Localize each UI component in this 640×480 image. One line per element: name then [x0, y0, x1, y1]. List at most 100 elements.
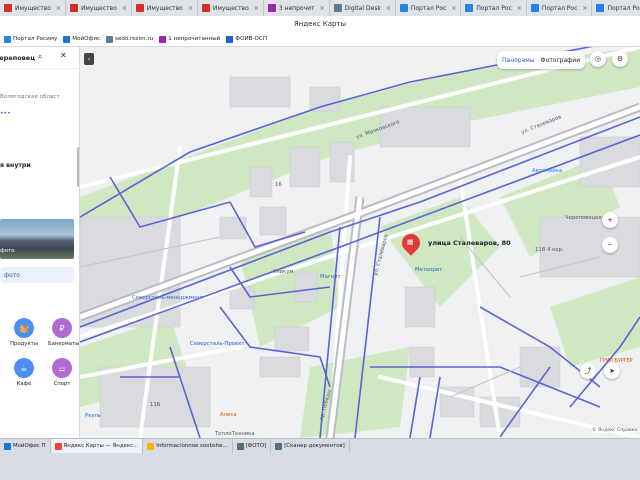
close-tab-icon[interactable]: ×: [254, 5, 259, 12]
search-input[interactable]: Череповец: [0, 54, 35, 62]
favicon-icon: [333, 4, 342, 12]
search-icon[interactable]: ⌕: [38, 52, 42, 62]
copyright[interactable]: © Яндекс Справка: [592, 428, 638, 433]
inside-label[interactable]: я внутри: [0, 162, 31, 169]
browser-tab-7[interactable]: Портал Рос ×: [396, 0, 462, 16]
poi-label[interactable]: Алиса: [220, 412, 237, 418]
favicon-icon: [4, 4, 12, 12]
browser-tab-2[interactable]: Имущество ×: [66, 0, 132, 16]
poi-label[interactable]: Метеорит: [415, 267, 442, 273]
photo-label: фото: [0, 248, 15, 254]
taskbar-item-1[interactable]: МойОфис П: [0, 439, 51, 453]
category-label: Продукты: [10, 341, 38, 347]
zoom-in-icon[interactable]: +: [602, 212, 618, 228]
bookmark-2[interactable]: МойОфис: [63, 35, 101, 43]
poi-label[interactable]: Pкуль: [85, 413, 101, 419]
place-pin[interactable]: ▦: [398, 230, 424, 256]
browser-tab-label: Имущество: [80, 4, 117, 12]
poi-label[interactable]: Магнит: [320, 274, 341, 280]
taskbar-item-4[interactable]: [ФОТО]: [233, 439, 272, 453]
favicon-icon: [147, 442, 155, 450]
favicon-icon: [159, 35, 167, 43]
close-tab-icon[interactable]: ×: [451, 5, 456, 12]
favicon-icon: [275, 442, 283, 450]
close-tab-icon[interactable]: ×: [386, 5, 391, 12]
bookmark-label: ФОИВ-ОСП: [235, 36, 268, 42]
favicon-icon: [530, 4, 539, 12]
bookmark-1[interactable]: Портал Росиму: [4, 35, 58, 43]
browser-tab-3[interactable]: Имущество ×: [132, 0, 198, 16]
poi-label[interactable]: Северсталь-Проект: [190, 341, 245, 347]
search-bar[interactable]: Череповец ⌕ ✕: [0, 47, 79, 69]
close-tab-icon[interactable]: ×: [517, 5, 522, 12]
favicon-icon: [236, 442, 244, 450]
basket-icon: 🧺: [14, 318, 34, 338]
browser-tab-label: Портал Рос: [607, 4, 640, 12]
bookmark-label: Портал Росиму: [13, 36, 58, 42]
map-canvas[interactable]: ул. Малковского ул. Сталеваров ул. Стале…: [80, 47, 640, 438]
window-title-bar: Яндекс Карты: [0, 16, 640, 32]
browser-tab-1[interactable]: Имущество ×: [0, 0, 66, 16]
poi-label[interactable]: ТеплоТехника: [215, 431, 255, 437]
category-label: Кафе: [16, 381, 32, 387]
close-tab-icon[interactable]: ×: [122, 5, 127, 12]
add-photo-button[interactable]: фото: [0, 267, 74, 283]
building-number: 11Б: [150, 402, 161, 408]
zoom-out-icon[interactable]: −: [602, 237, 618, 253]
category-ruble[interactable]: ₽ Банкоматы: [48, 318, 79, 347]
bookmark-3[interactable]: sedo.rosim.ru: [106, 35, 154, 43]
place-title[interactable]: улица Сталеваров, 80: [428, 239, 511, 247]
taskbar-item-label: [Сканер документов]: [284, 443, 345, 449]
poi-label[interactable]: Череповецкая: [565, 215, 605, 221]
favicon-icon: [201, 4, 210, 12]
favicon-icon: [54, 442, 62, 450]
browser-tab-8[interactable]: Портал Рос ×: [461, 0, 527, 16]
bookmark-5[interactable]: ФОИВ-ОСП: [226, 35, 268, 43]
poi-label[interactable]: Уникум: [273, 269, 293, 275]
taskbar-item-5[interactable]: [Сканер документов]: [271, 439, 350, 453]
close-tab-icon[interactable]: ×: [56, 5, 61, 12]
close-tab-icon[interactable]: ×: [188, 5, 193, 12]
taskbar-item-3[interactable]: Informacionnoe soobshe...: [143, 439, 233, 453]
browser-tab-6[interactable]: Digital Desk ×: [330, 0, 396, 16]
bookmark-label: МойОфис: [72, 36, 101, 42]
photos-button[interactable]: Фотографии: [541, 57, 581, 64]
map-layers-control: Панорамы Фотографии: [497, 51, 586, 69]
category-dumbbell[interactable]: ⚍ Спорт: [48, 358, 76, 387]
map-layer[interactable]: [80, 47, 640, 438]
bookmark-label: sedo.rosim.ru: [115, 36, 154, 42]
bookmarks-bar: Портал Росиму МойОфис sedo.rosim.ru 1 непро…: [0, 32, 640, 47]
panoramas-button[interactable]: Панорамы: [502, 57, 535, 64]
favicon-icon: [106, 35, 114, 43]
close-tab-icon[interactable]: ×: [320, 5, 325, 12]
browser-tab-9[interactable]: Портал Рос ×: [527, 0, 593, 16]
category-basket[interactable]: 🧺 Продукты: [10, 318, 38, 347]
favicon-icon: [4, 35, 11, 43]
browser-tab-label: Портал Рос: [476, 4, 512, 12]
poi-label[interactable]: Автомойка: [532, 168, 562, 174]
close-icon[interactable]: ✕: [60, 51, 67, 60]
favicon-icon: [226, 35, 234, 43]
taskbar-item-label: Яндекс Карты — Яндекс...: [63, 443, 139, 449]
route-icon[interactable]: ⤴: [580, 363, 596, 379]
taskbar-item-label: Informacionnoe soobshe...: [156, 443, 228, 449]
browser-tab-label: Имущество: [212, 4, 249, 12]
browser-tab-5[interactable]: 3 непрочит ×: [264, 0, 330, 16]
taskbar-item-2[interactable]: Яндекс Карты — Яндекс...: [50, 439, 144, 453]
browser-tab-4[interactable]: Имущество ×: [198, 0, 264, 16]
taskbar: МойОфис П Яндекс Карты — Яндекс... Informa…: [0, 438, 640, 480]
settings-icon[interactable]: ⚙: [612, 51, 628, 67]
bookmark-4[interactable]: 1 непрочитанный: [159, 35, 220, 43]
address-line: Вологодская област: [0, 94, 60, 100]
favicon-icon: [596, 4, 605, 12]
layers-icon[interactable]: ◎: [590, 51, 606, 67]
my-location-icon[interactable]: ➤: [604, 363, 620, 379]
more-button[interactable]: •••: [0, 110, 11, 117]
close-tab-icon[interactable]: ×: [582, 5, 587, 12]
browser-tab-10[interactable]: Портал Рос×: [592, 0, 640, 16]
collapse-panel-button[interactable]: ‹: [84, 53, 94, 65]
category-coffee[interactable]: ☕ Кафе: [10, 358, 38, 387]
poi-label[interactable]: Северсталь-менеджмент: [132, 295, 203, 301]
browser-tab-label: Имущество: [15, 4, 51, 12]
favicon-icon: [135, 4, 144, 12]
